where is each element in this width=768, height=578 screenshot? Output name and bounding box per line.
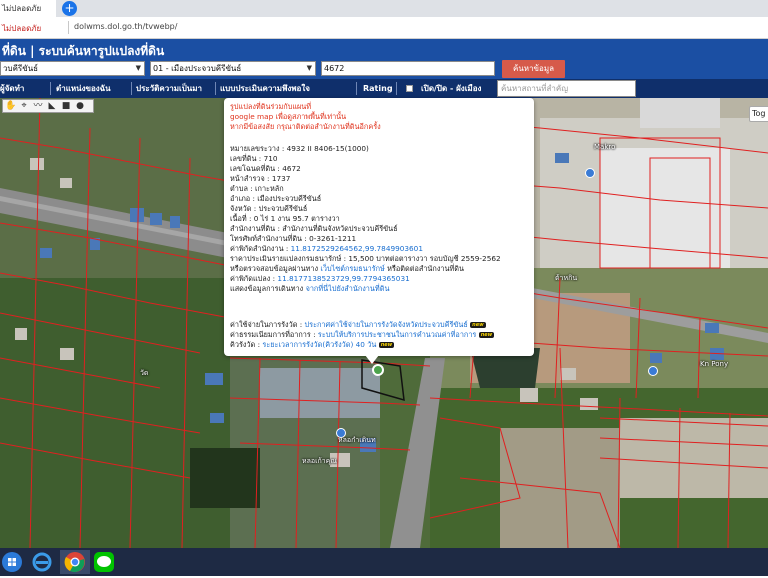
deed-number: เลขโฉนดที่ดิน : 4672 [230, 164, 301, 173]
new-tab-button[interactable]: + [62, 1, 77, 16]
map-label-3: วัด [140, 369, 149, 377]
menu-item-city-plan-toggle[interactable]: เปิด/ปิด - ผังเมือง [421, 80, 481, 97]
popup-warning-1: รูปแปลงที่ดินร่วมกับแผนที่ [230, 102, 312, 111]
menu-item-author[interactable]: ผู้จัดทำ [0, 80, 24, 97]
menu-divider [356, 82, 357, 95]
popup-warning-3: หากมีข้อสงสัย กรุณาติดต่อสำนักงานที่ดินอ… [230, 122, 381, 131]
menu-item-rating[interactable]: Rating [363, 80, 393, 97]
building-fee-label: ค่าธรรมเนียมการที่อาการ : [230, 330, 318, 339]
poi-pin-icon[interactable] [585, 168, 595, 178]
district-select-value: 01 - เมืองประจวบคีรีขันธ์ [153, 64, 242, 73]
browser-tab[interactable]: ไม่ปลอดภัย [0, 0, 56, 17]
circle-icon[interactable]: ● [75, 101, 85, 111]
polyline-icon[interactable]: 〰 [33, 101, 43, 111]
survey-queue-label: คิวรังวัด : [230, 340, 263, 349]
appraisal-check: หรือตรวจสอบข้อมูลผ่านทาง เว็บไซต์กรมธนาร… [230, 264, 464, 274]
province-select[interactable]: วบคีรีขันธ์ ▼ [0, 61, 145, 76]
hand-icon[interactable]: ✋ [5, 101, 16, 111]
chevron-down-icon: ▼ [306, 64, 312, 72]
place-search-input[interactable]: ค้นหาสถานที่สำคัญ [497, 80, 636, 97]
province: จังหวัด : ประจวบคีรีขันธ์ [230, 204, 308, 213]
search-button[interactable]: ค้นหาข้อมูล [502, 60, 565, 78]
survey-cost: ค่าใช้จ่ายในการรังวัด : ประกาศค่าใช้จ่าย… [230, 320, 486, 330]
menu-divider [215, 82, 216, 95]
rectangle-icon[interactable]: ■ [61, 101, 71, 111]
office-coordinates-label: ค่าพิกัดสำนักงาน : [230, 244, 291, 253]
chevron-down-icon: ▼ [135, 64, 141, 72]
survey-cost-label: ค่าใช้จ่ายในการรังวัด : [230, 320, 305, 329]
line-icon[interactable] [92, 550, 122, 574]
page-title: ที่ดิน | ระบบค้นหารูปแปลงที่ดิน [2, 44, 165, 58]
browser-tab-strip [0, 0, 768, 17]
treasury-website-link[interactable]: เว็บไซต์กรมธนารักษ์ [320, 264, 384, 273]
menu-item-survey[interactable]: แบบประเมินความพึงพอใจ [220, 80, 310, 97]
security-indicator[interactable]: ไม่ปลอดภัย [2, 22, 41, 35]
subdistrict: ตำบล : เกาะหลัก [230, 184, 284, 193]
province-select-value: วบคีรีขันธ์ [3, 64, 39, 73]
map-label-2: ต้าหกิน [555, 274, 578, 282]
appraisal-check-text: หรือตรวจสอบข้อมูลผ่านทาง [230, 264, 321, 273]
address-divider [68, 21, 69, 34]
poi-pin-icon[interactable] [648, 366, 658, 376]
tab-title: ไม่ปลอดภัย [2, 4, 42, 13]
survey-cost-link[interactable]: ประกาศค่าใช้จ่ายในการรังวัดจังหวัดประจวบ… [305, 320, 468, 329]
menu-divider [131, 82, 132, 95]
internet-explorer-icon[interactable] [30, 550, 60, 574]
building-fee-link[interactable]: ระบบให้บริการประชาชนในการคำนวณค่าที่อากา… [318, 330, 476, 339]
menu-item-history[interactable]: ประวัติความเป็นมา [136, 80, 202, 97]
menu-divider [396, 82, 397, 95]
map-sheet-number: หมายเลขระวาง : 4932 II 8406-15(1000) [230, 144, 369, 153]
district: อำเภอ : เมืองประจวบคีรีขันธ์ [230, 194, 322, 203]
start-icon[interactable] [0, 550, 30, 574]
parcel-info-popup: รูปแปลงที่ดินร่วมกับแผนที่ google map เพ… [224, 98, 534, 356]
popup-warning-2: google map เพื่อดูสภาพพื้นที่เท่านั้น [230, 112, 347, 121]
map-label-makro: Makro [594, 143, 616, 151]
new-badge: new [478, 332, 495, 338]
office-coordinates: ค่าพิกัดสำนักงาน : 11.8172529264562,99.7… [230, 244, 423, 254]
map-label-5: หลอเก้าคุณ [302, 457, 337, 465]
city-plan-checkbox[interactable] [406, 85, 413, 92]
draw-toolbar: ✋ ⌖ 〰 ◣ ■ ● [2, 99, 94, 113]
pin-icon[interactable]: ⌖ [19, 101, 29, 111]
building-fee: ค่าธรรมเนียมการที่อาการ : ระบบให้บริการป… [230, 330, 495, 340]
menu-divider [50, 82, 51, 95]
parcel-coordinates-label: ค่าพิกัดแปลง : [230, 274, 278, 283]
parcel-number-input[interactable]: 4672 [321, 61, 495, 76]
district-select[interactable]: 01 - เมืองประจวบคีรีขันธ์ ▼ [150, 61, 316, 76]
land-office: สำนักงานที่ดิน : สำนักงานที่ดินจังหวัดปร… [230, 224, 398, 233]
polygon-icon[interactable]: ◣ [47, 101, 57, 111]
popup-pointer [365, 355, 379, 364]
parcel-coordinates: ค่าพิกัดแปลง : 11.8177138523729,99.77943… [230, 274, 410, 284]
menu-item-my-location[interactable]: ตำแหน่งของฉัน [56, 80, 111, 97]
parcel-marker-icon[interactable] [372, 364, 384, 376]
directions: แสดงข้อมูลการเดินทาง จากที่นี่ไปยังสำนัก… [230, 284, 389, 294]
chrome-icon[interactable] [60, 550, 90, 574]
land-number: เลขที่ดิน : 710 [230, 154, 278, 163]
office-phone: โทรศัพท์สำนักงานที่ดิน : 0-3261-1211 [230, 234, 357, 243]
directions-link[interactable]: จากที่นี่ไปยังสำนักงานที่ดิน [306, 284, 390, 293]
survey-queue-link[interactable]: ระยะเวลาการรังวัด(คิวรังวัด) 40 วัน [262, 340, 376, 349]
office-coordinates-link[interactable]: 11.8172529264562,99.7849903601 [291, 244, 423, 253]
parcel-coordinates-link[interactable]: 11.8177138523729,99.7794365031 [277, 274, 409, 283]
url-text[interactable]: dolwms.dol.go.th/tvwebp/ [74, 22, 177, 31]
map-label-kn-pony: Kn Pony [700, 360, 729, 368]
new-badge: new [470, 322, 486, 328]
area: เนื้อที่ : 0 ไร่ 1 งาน 95.7 ตารางวา [230, 214, 340, 223]
poi-pin-icon[interactable] [336, 428, 346, 438]
appraisal-price: ราคาประเมินรายแปลงกรมธนารักษ์ : 15,500 บ… [230, 254, 501, 263]
survey-page: หน้าสำรวจ : 1737 [230, 174, 291, 183]
appraisal-check-suffix: หรือติดต่อสำนักงานที่ดิน [384, 264, 465, 273]
new-badge: new [378, 342, 395, 348]
map-toggle-button[interactable]: Tog [749, 106, 768, 122]
survey-queue: คิวรังวัด : ระยะเวลาการรังวัด(คิวรังวัด)… [230, 340, 395, 350]
directions-text: แสดงข้อมูลการเดินทาง [230, 284, 306, 293]
